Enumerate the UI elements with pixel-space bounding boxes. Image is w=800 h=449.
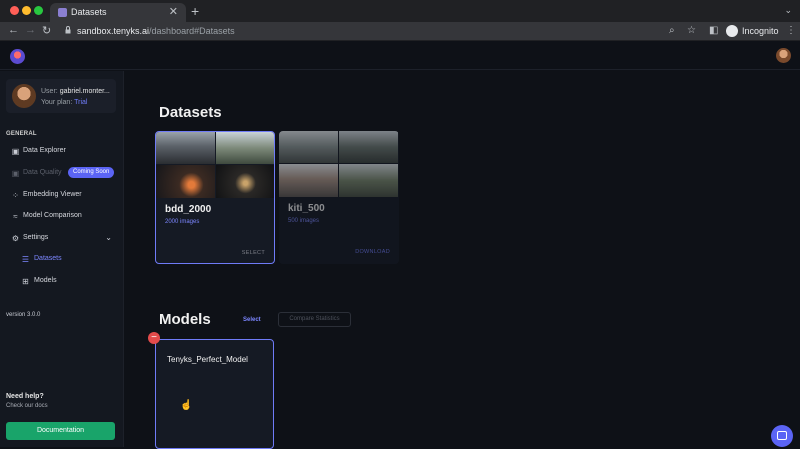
tab-menu-icon[interactable]: ⌄ [784,5,792,16]
sidebar: User: gabriel.monter... Your plan: Trial… [0,71,124,447]
chat-support-button[interactable] [771,425,793,447]
user-plan: Trial [74,99,88,106]
dataset-thumbnails [279,131,399,197]
browser-menu-icon[interactable]: ⋮ [786,25,796,36]
documentation-button[interactable]: Documentation [6,422,115,440]
model-title: Tenyks_Perfect_Model [167,355,248,364]
sidebar-item-label: Datasets [34,255,62,262]
dataset-card-bdd[interactable]: bdd_2000 2000 images SELECT [155,131,275,264]
embedding-icon: ⁘ [12,191,19,200]
models-heading: Models [159,311,211,328]
dataset-image-count: 2000 images [165,219,200,225]
thumbnail-image [279,131,338,163]
user-plan-line: Your plan: Trial [41,99,87,106]
grid-icon: ⊞ [22,277,29,286]
sidebar-item-model-comparison[interactable]: ≈ Model Comparison [0,208,124,226]
select-dataset-button[interactable]: SELECT [242,250,265,256]
back-icon[interactable]: ← [8,24,19,36]
tab-title: Datasets [71,7,107,17]
thumbnail-image [279,164,338,197]
user-name-line: User: gabriel.monter... [41,88,110,95]
chart-icon: ▣ [11,147,20,156]
user-card: User: gabriel.monter... Your plan: Trial [6,79,116,113]
tenyks-logo-icon[interactable] [10,49,25,64]
browser-toolbar: ← → ↻ sandbox.tenyks.ai/dashboard#Datase… [0,22,800,41]
thumbnail-image [216,132,274,164]
dataset-title: kiti_500 [288,203,325,214]
dataset-thumbnails [156,132,274,198]
sidebar-item-data-explorer[interactable]: ▣ Data Explorer [0,143,124,161]
version-label: version 3.0.0 [6,312,41,318]
minimize-window-icon[interactable] [22,6,31,15]
forward-icon[interactable]: → [25,24,36,36]
close-window-icon[interactable] [10,6,19,15]
section-label-general: GENERAL [6,131,37,137]
maximize-window-icon[interactable] [34,6,43,15]
sidepanel-icon[interactable]: ◧ [709,25,718,36]
list-icon: ☰ [21,255,30,264]
incognito-label: Incognito [742,26,779,36]
dataset-card-kiti[interactable]: kiti_500 500 images DOWNLOAD [279,131,399,264]
user-avatar [12,84,36,108]
dataset-title: bdd_2000 [165,204,212,215]
browser-tab-bar: Datasets ✕ + ⌄ [0,0,800,22]
download-dataset-button[interactable]: DOWNLOAD [355,249,390,255]
reload-icon[interactable]: ↻ [42,24,51,37]
favicon-icon [58,8,67,17]
sidebar-item-label: Data Quality [23,169,62,176]
plan-prefix: Your plan: [41,99,73,106]
avatar[interactable] [776,48,791,63]
docs-link[interactable]: Check our docs [6,403,48,409]
sidebar-item-label: Model Comparison [23,212,82,219]
remove-model-icon[interactable]: − [148,332,160,344]
sidebar-item-datasets[interactable]: ☰ Datasets [0,251,124,269]
comparison-icon: ≈ [13,212,18,221]
sidebar-item-settings[interactable]: ⚙ Settings ⌄ [0,230,124,248]
thumbnail-image [156,165,215,198]
thumbnail-image [339,164,398,197]
incognito-icon [726,25,738,37]
url-path: /dashboard#Datasets [149,26,235,36]
model-card[interactable]: Tenyks_Perfect_Model [155,339,274,449]
sidebar-item-label: Settings [23,234,49,241]
select-models-link[interactable]: Select [243,317,261,323]
sidebar-item-label: Models [34,277,57,284]
sidebar-item-data-quality: ▣ Data Quality Coming Soon [0,165,124,183]
compare-statistics-button[interactable]: Compare Statistics [278,312,351,327]
quality-icon: ▣ [11,169,20,178]
mouse-cursor-icon: ☝ [180,400,193,411]
star-icon[interactable]: ☆ [687,25,696,36]
datasets-heading: Datasets [159,104,222,121]
new-tab-icon[interactable]: + [191,3,199,19]
dataset-image-count: 500 images [288,218,320,224]
lock-icon [65,26,71,34]
sidebar-item-label: Embedding Viewer [23,191,82,198]
sidebar-item-embedding-viewer[interactable]: ⁘ Embedding Viewer [0,187,124,205]
user-name: gabriel.monter... [59,88,110,95]
help-title: Need help? [6,393,44,400]
chevron-down-icon[interactable]: ⌄ [105,233,112,242]
app-header [0,42,800,70]
user-prefix: User: [41,88,58,95]
thumbnail-image [156,132,215,164]
sidebar-item-models[interactable]: ⊞ Models [0,273,124,291]
gear-icon: ⚙ [11,234,20,243]
search-icon[interactable]: ⌕ [669,25,675,36]
url-host: sandbox.tenyks.ai [77,26,150,36]
thumbnail-image [216,165,274,198]
sidebar-item-label: Data Explorer [23,147,66,154]
tab-close-icon[interactable]: ✕ [169,5,178,18]
browser-tab[interactable]: Datasets ✕ [50,3,186,22]
address-bar[interactable]: sandbox.tenyks.ai/dashboard#Datasets [77,26,235,36]
thumbnail-image [339,131,398,163]
chat-icon [777,431,787,440]
coming-soon-badge: Coming Soon [68,167,115,178]
